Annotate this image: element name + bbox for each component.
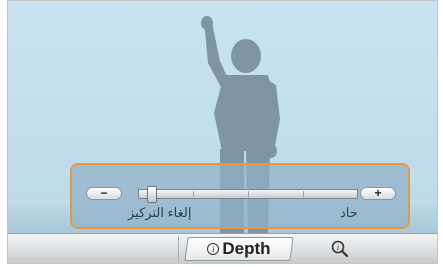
- depth-slider-panel: − + إلغاء التركيز حاد: [70, 163, 410, 229]
- camera-screen: − + إلغاء التركيز حاد i Depth i: [0, 0, 443, 267]
- magnifier-icon: i: [331, 240, 349, 258]
- viewfinder-preview[interactable]: − + إلغاء التركيز حاد: [8, 1, 437, 233]
- depth-slider-row: − +: [86, 186, 396, 203]
- sharp-caption: حاد: [340, 205, 358, 220]
- slider-tick: [248, 191, 249, 197]
- depth-slider-track[interactable]: [138, 186, 358, 203]
- toolbar-divider: [178, 236, 179, 262]
- slider-tick: [193, 191, 194, 197]
- defocus-caption: إلغاء التركيز: [128, 205, 192, 220]
- depth-slider-thumb[interactable]: [147, 186, 157, 203]
- info-icon: i: [207, 243, 220, 255]
- svg-text:i: i: [337, 243, 339, 252]
- slider-tick: [303, 191, 304, 197]
- bottom-toolbar: i Depth i: [8, 233, 437, 263]
- depth-tab-label: Depth: [222, 239, 271, 258]
- decrease-depth-button[interactable]: −: [86, 187, 122, 200]
- tab-depth[interactable]: i Depth: [184, 237, 294, 261]
- zoom-button[interactable]: i: [330, 239, 350, 259]
- viewfinder-frame: − + إلغاء التركيز حاد i Depth i: [7, 0, 438, 264]
- increase-depth-button[interactable]: +: [360, 187, 396, 200]
